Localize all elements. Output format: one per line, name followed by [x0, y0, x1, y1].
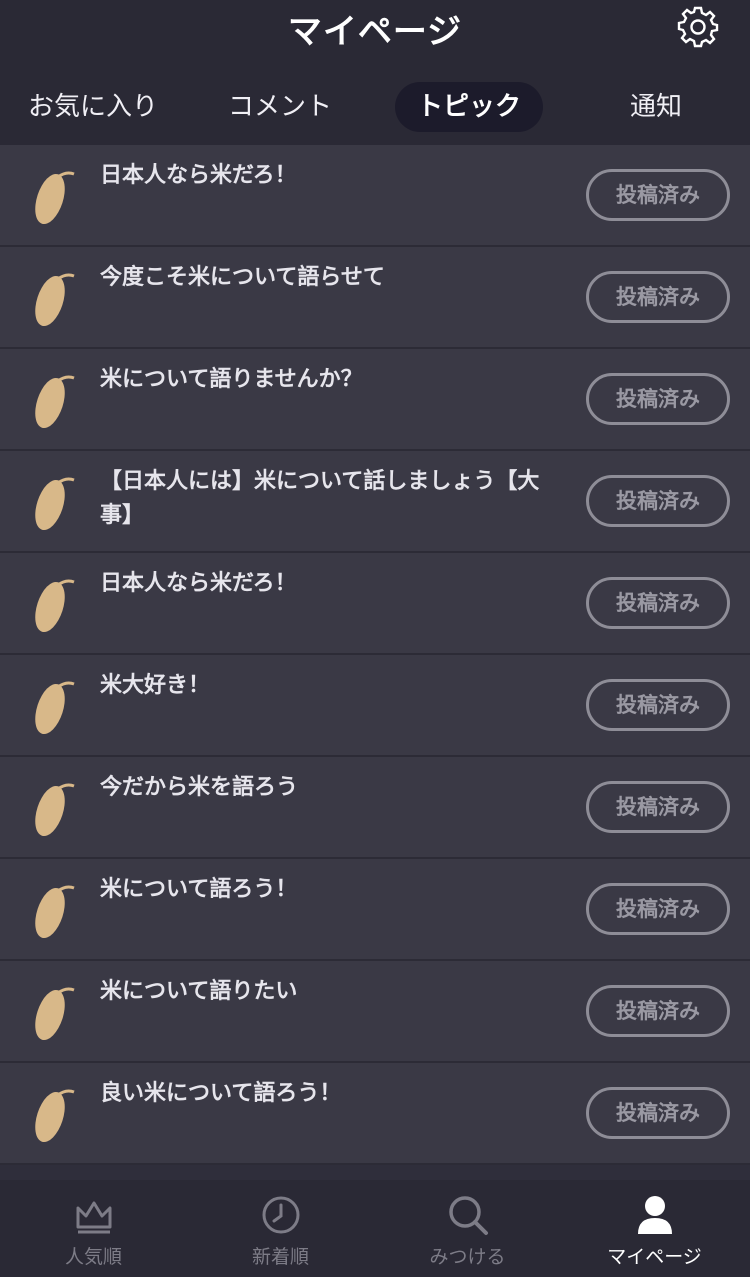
crown-icon	[76, 1201, 112, 1234]
gear-icon[interactable]	[676, 4, 720, 48]
topic-title: 日本人なら米だろ！	[100, 163, 297, 188]
rice-grain-icon	[35, 885, 75, 939]
header: マイページ お気に入り コメント トピック 通知	[0, 0, 750, 145]
topic-title: 今だから米を語ろう	[100, 775, 299, 800]
rice-grain-icon	[35, 171, 75, 225]
rice-grain-icon	[35, 375, 75, 429]
page-title: マイページ	[287, 12, 463, 52]
tab-comments[interactable]: コメント	[205, 82, 355, 132]
clock-icon	[262, 1196, 300, 1234]
nav-newest[interactable]: 新着順	[187, 1180, 374, 1277]
list-item[interactable]: 米について語りたい 投稿済み	[0, 961, 750, 1063]
status-badge: 投稿済み	[586, 475, 730, 527]
rice-grain-icon	[35, 477, 75, 531]
nav-label: 人気順	[64, 1246, 122, 1268]
list-item[interactable]: 【日本人には】米について話しましょう【大事】 投稿済み	[0, 451, 750, 553]
nav-label: マイページ	[607, 1246, 702, 1268]
topic-title: 米大好き！	[100, 673, 211, 698]
status-badge: 投稿済み	[586, 781, 730, 833]
topic-title: 日本人なら米だろ！	[100, 571, 297, 596]
tab-topics[interactable]: トピック	[395, 82, 543, 132]
nav-label: みつける	[429, 1246, 506, 1268]
tab-bar: お気に入り コメント トピック 通知	[0, 82, 750, 134]
rice-grain-icon	[35, 681, 75, 735]
person-icon	[638, 1196, 672, 1234]
rice-grain-icon	[35, 579, 75, 633]
nav-discover[interactable]: みつける	[374, 1180, 561, 1277]
status-badge: 投稿済み	[586, 883, 730, 935]
list-item[interactable]: 良い米について語ろう！ 投稿済み	[0, 1063, 750, 1165]
status-badge: 投稿済み	[586, 271, 730, 323]
app-root: マイページ お気に入り コメント トピック 通知 日本人なら米だろ！ 投稿済み	[0, 0, 750, 1277]
nav-mypage[interactable]: マイページ	[561, 1180, 748, 1277]
nav-popular[interactable]: 人気順	[0, 1180, 187, 1277]
list-item[interactable]: 米について語りませんか？ 投稿済み	[0, 349, 750, 451]
topic-title: 今度こそ米について語らせて	[100, 265, 385, 290]
list-item[interactable]: 米大好き！ 投稿済み	[0, 655, 750, 757]
topic-list: 日本人なら米だろ！ 投稿済み 今度こそ米について語らせて 投稿済み 米について語…	[0, 145, 750, 1165]
tab-notifications[interactable]: 通知	[600, 82, 712, 132]
status-badge: 投稿済み	[586, 1087, 730, 1139]
list-item[interactable]: 日本人なら米だろ！ 投稿済み	[0, 145, 750, 247]
topic-title: 良い米について語ろう！	[100, 1081, 342, 1106]
nav-label: 新着順	[251, 1246, 309, 1268]
status-badge: 投稿済み	[586, 679, 730, 731]
rice-grain-icon	[35, 987, 75, 1041]
status-badge: 投稿済み	[586, 169, 730, 221]
topic-title: 米について語ろう！	[100, 877, 298, 902]
status-badge: 投稿済み	[586, 373, 730, 425]
status-badge: 投稿済み	[586, 985, 730, 1037]
rice-grain-icon	[35, 273, 75, 327]
bottom-nav: 人気順 新着順 みつける マイページ	[0, 1180, 750, 1277]
list-item[interactable]: 今だから米を語ろう 投稿済み	[0, 757, 750, 859]
rice-grain-icon	[35, 1089, 75, 1143]
topic-title: 米について語りたい	[100, 979, 298, 1004]
status-badge: 投稿済み	[586, 577, 730, 629]
list-item[interactable]: 日本人なら米だろ！ 投稿済み	[0, 553, 750, 655]
topic-title: 米について語りませんか？	[100, 367, 363, 392]
search-icon	[449, 1196, 488, 1235]
tab-favorites[interactable]: お気に入り	[18, 82, 168, 132]
list-item[interactable]: 米について語ろう！ 投稿済み	[0, 859, 750, 961]
rice-grain-icon	[35, 783, 75, 837]
list-item[interactable]: 今度こそ米について語らせて 投稿済み	[0, 247, 750, 349]
topic-title: 【日本人には】米について話しましょう【大事】	[100, 469, 540, 528]
